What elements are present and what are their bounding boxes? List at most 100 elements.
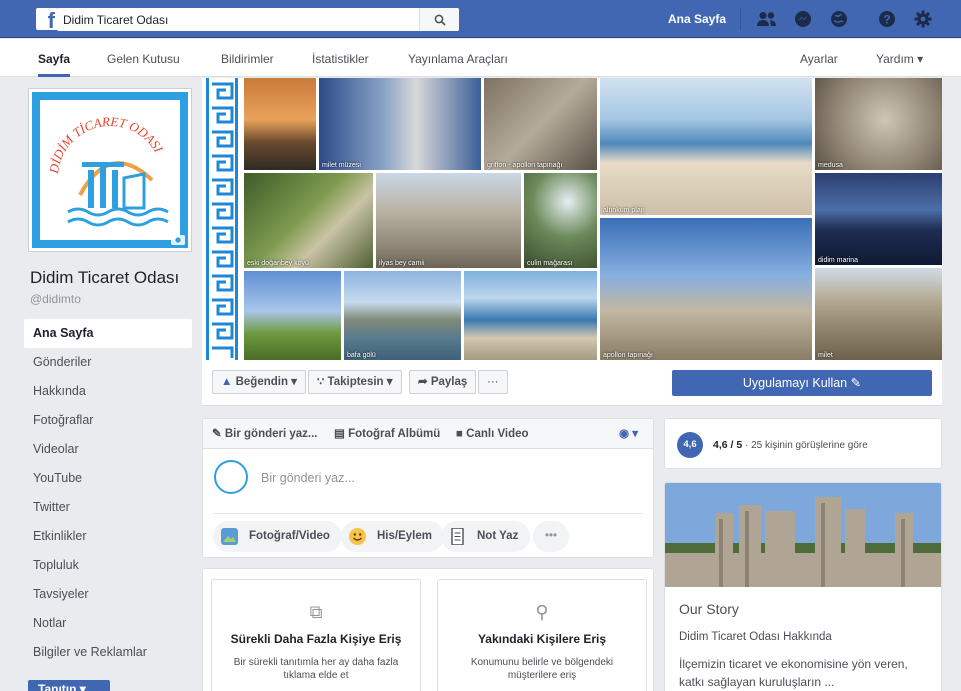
notifications-globe-icon[interactable] <box>827 9 851 29</box>
milet-museum-photo: milet müzesi <box>319 78 481 170</box>
follow-button[interactable]: ∵ Takiptesin ▾ <box>308 370 402 394</box>
search-button[interactable] <box>419 8 459 31</box>
messenger-icon[interactable] <box>791 9 815 29</box>
help-icon[interactable]: ? <box>875 9 899 29</box>
story-subheading: Didim Ticaret Odası Hakkında <box>679 631 832 643</box>
page-action-bar: ▲ Beğendin ▾ ∵ Takiptesin ▾ ➦ Paylaş ···… <box>202 360 942 406</box>
left-nav: Ana Sayfa Gönderiler Hakkında Fotoğrafla… <box>24 319 192 667</box>
didim-marina-photo: didim marina <box>815 173 942 265</box>
album-icon: ▤ <box>334 428 345 440</box>
milet-theatre-photo: milet <box>815 268 942 360</box>
photo-caption: ilyas bey camii <box>379 260 425 267</box>
apollon-temple-photo: apollon tapınağı <box>600 218 812 360</box>
leftnav-twitter[interactable]: Twitter <box>24 493 192 522</box>
leftnav-info-ads[interactable]: Bilgiler ve Reklamlar <box>24 638 192 667</box>
chamber-logo: DİDİM TİCARET ODASI <box>40 100 180 240</box>
tab-help[interactable]: Yardım ▾ <box>876 39 923 77</box>
facebook-logo-icon[interactable]: f <box>36 8 58 30</box>
photo-icon <box>221 528 238 545</box>
follow-button-label: Takiptesin ▾ <box>327 376 393 388</box>
photo-caption: eski doğanbey köyü <box>247 260 309 267</box>
search-input[interactable] <box>57 9 417 30</box>
page-title: Didim Ticaret Odası <box>30 268 180 287</box>
leftnav-videos[interactable]: Videolar <box>24 435 192 464</box>
composer-tab-live-label: Canlı Video <box>466 428 529 440</box>
rating-detail: · 25 kişinin görüşlerine göre <box>742 440 868 451</box>
coastal-town-photo <box>464 271 597 360</box>
photo-caption: medusa <box>818 162 843 169</box>
video-camera-icon: ■ <box>456 428 463 440</box>
tab-settings[interactable]: Ayarlar <box>800 39 838 77</box>
leftnav-photos[interactable]: Fotoğraflar <box>24 406 192 435</box>
leftnav-home[interactable]: Ana Sayfa <box>24 319 192 348</box>
photo-caption: milet müzesi <box>322 162 361 169</box>
promo-card-local[interactable]: ⚲ Yakındaki Kişilere Eriş Konumunu belir… <box>437 579 647 691</box>
composer-input[interactable]: Bir gönderi yaz... <box>261 471 355 485</box>
more-post-types-button[interactable]: ••• <box>533 521 570 552</box>
rating-card[interactable]: 4,6 4,6 / 5 · 25 kişinin görüşlerine gör… <box>664 418 942 469</box>
top-bar: f Ana Sayfa ? <box>0 0 961 38</box>
story-image <box>665 483 941 587</box>
profile-picture[interactable]: DİDİM TİCARET ODASI <box>28 88 192 252</box>
composer-tab-write-label: Bir gönderi yaz... <box>224 428 318 440</box>
leftnav-posts[interactable]: Gönderiler <box>24 348 192 377</box>
leftnav-community[interactable]: Topluluk <box>24 551 192 580</box>
camera-icon[interactable] <box>171 233 185 245</box>
settings-gear-icon[interactable] <box>911 9 935 29</box>
share-button[interactable]: ➦ Paylaş <box>409 370 477 394</box>
photo-caption: bafa gölü <box>347 352 376 359</box>
composer-tab-photo-album[interactable]: ▤ Fotoğraf Albümü <box>334 419 440 449</box>
page-admin-nav: Sayfa Gelen Kutusu Bildirimler İstatisti… <box>0 39 961 77</box>
home-link[interactable]: Ana Sayfa <box>654 8 741 30</box>
rating-score: 4,6 / 5 <box>713 439 743 451</box>
bafa-lake-photo: bafa gölü <box>344 271 461 360</box>
sunset-photo <box>244 78 316 170</box>
greek-key-border <box>202 78 242 360</box>
page-username[interactable]: @didimto <box>30 292 81 306</box>
leftnav-events[interactable]: Etkinlikler <box>24 522 192 551</box>
more-options-button[interactable]: ··· <box>478 370 508 394</box>
divider <box>213 513 643 514</box>
friend-requests-icon[interactable] <box>755 9 779 29</box>
composer-tab-album-label: Fotoğraf Albümü <box>348 428 441 440</box>
composer-tab-live-video[interactable]: ■ Canlı Video <box>456 419 529 449</box>
post-as-selector[interactable]: ◉ ▾ <box>619 419 638 449</box>
promo-title: Yakındaki Kişilere Eriş <box>477 632 607 646</box>
tab-inbox[interactable]: Gelen Kutusu <box>107 39 180 77</box>
our-story-card[interactable]: Our Story Didim Ticaret Odası Hakkında İ… <box>664 482 942 691</box>
post-composer: ✎ Bir gönderi yaz... ▤ Fotoğraf Albümü ■… <box>202 418 654 558</box>
culin-cave-photo: culin mağarası <box>524 173 597 268</box>
write-note-button[interactable]: Not Yaz <box>441 521 531 552</box>
leftnav-recommendations[interactable]: Tavsiyeler <box>24 580 192 609</box>
tab-notifications[interactable]: Bildirimler <box>221 39 274 77</box>
photo-caption: culin mağarası <box>527 260 573 267</box>
leftnav-notes[interactable]: Notlar <box>24 609 192 638</box>
promote-button[interactable]: Tanıtın ▾ <box>28 680 110 691</box>
promo-description: Bir sürekli tanıtımla her ay daha fazla … <box>233 657 399 681</box>
rating-badge: 4,6 <box>677 432 703 458</box>
cover-photo[interactable]: milet müzesi griffon - apollon tapınağı … <box>202 78 942 360</box>
griffon-photo: griffon - apollon tapınağı <box>484 78 597 170</box>
leftnav-youtube[interactable]: YouTube <box>24 464 192 493</box>
photo-video-label: Fotoğraf/Video <box>249 530 330 542</box>
rating-summary: 4,6 / 5 · 25 kişinin görüşlerine göre <box>713 439 868 451</box>
feeling-activity-button[interactable]: His/Eylem <box>341 521 444 552</box>
promo-title: Sürekli Daha Fazla Kişiye Eriş <box>230 632 402 646</box>
photo-video-button[interactable]: Fotoğraf/Video <box>213 521 342 552</box>
photo-caption: didim marina <box>818 257 859 264</box>
tab-page[interactable]: Sayfa <box>38 39 71 77</box>
like-button-label: Beğendin ▾ <box>235 376 297 388</box>
copy-icon: ⧉ <box>309 602 323 622</box>
composer-tab-write-post[interactable]: ✎ Bir gönderi yaz... <box>212 419 318 449</box>
tab-publishing-tools[interactable]: Yayınlama Araçları <box>408 39 508 77</box>
share-button-label: Paylaş <box>430 376 468 388</box>
svg-text:?: ? <box>883 13 890 27</box>
tab-insights[interactable]: İstatistikler <box>312 39 369 77</box>
use-app-button[interactable]: Uygulamayı Kullan ✎ <box>672 370 932 396</box>
promo-card-reach[interactable]: ⧉ Sürekli Daha Fazla Kişiye Eriş Bir sür… <box>211 579 421 691</box>
leftnav-about[interactable]: Hakkında <box>24 377 192 406</box>
like-button[interactable]: ▲ Beğendin ▾ <box>212 370 306 394</box>
thumbs-up-icon: ▲ <box>221 376 233 388</box>
composer-tabs: ✎ Bir gönderi yaz... ▤ Fotoğraf Albümü ■… <box>203 419 653 449</box>
composer-avatar <box>214 460 248 494</box>
